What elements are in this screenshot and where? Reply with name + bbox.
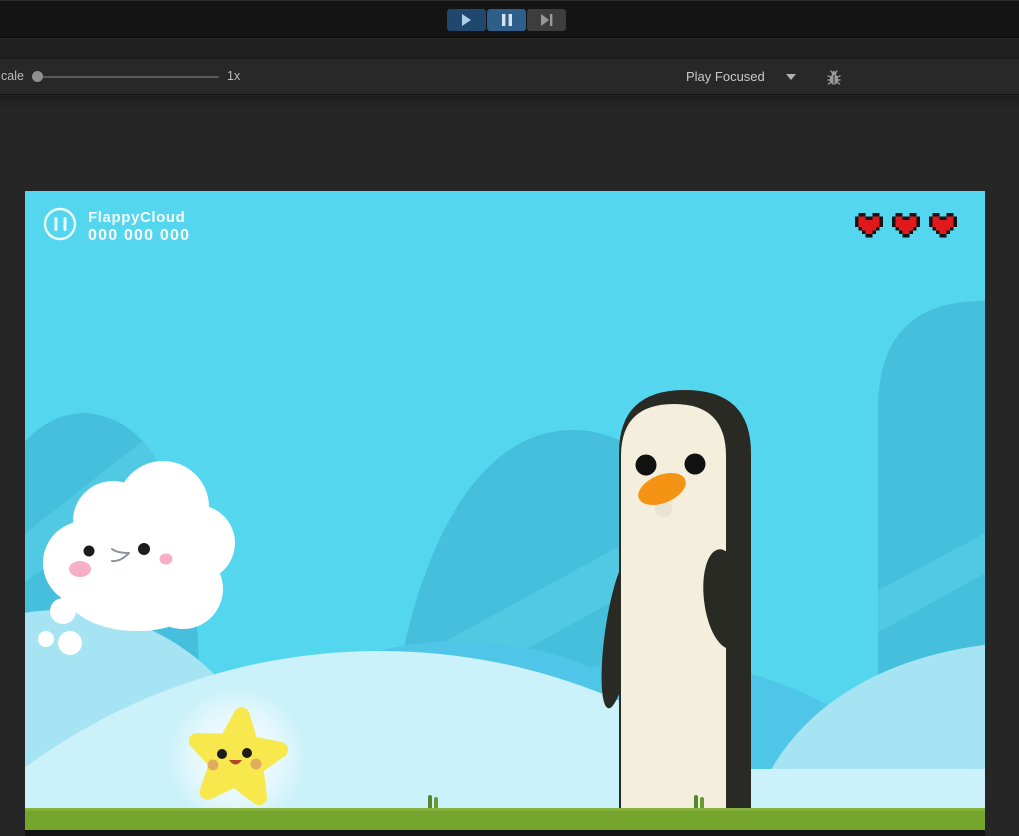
debug-button[interactable] — [821, 64, 847, 90]
game-view-bottom-shadow — [25, 830, 985, 836]
chevron-down-icon — [786, 74, 796, 80]
bug-icon — [825, 68, 843, 86]
scale-value: 1x — [227, 59, 240, 94]
hud-score: 000 000 000 — [88, 227, 190, 244]
step-icon — [541, 14, 553, 26]
play-icon — [461, 14, 472, 26]
scale-slider-knob[interactable] — [32, 71, 43, 82]
pause-button[interactable] — [487, 9, 526, 31]
panel-header-strip — [0, 39, 1019, 58]
play-focused-dropdown-label: Play Focused — [686, 69, 765, 84]
game-scene: FlappyCloud 000 000 000 — [25, 191, 985, 830]
play-mode-controls — [447, 9, 566, 31]
play-focused-dropdown[interactable]: Play Focused — [686, 59, 796, 94]
game-view-toolbar: cale 1x Play Focused — [0, 58, 1019, 95]
scale-label: cale — [1, 59, 24, 94]
hearts — [855, 213, 957, 238]
play-button[interactable] — [447, 9, 486, 31]
hud-game-title: FlappyCloud — [88, 209, 185, 226]
scale-slider[interactable] — [32, 59, 219, 94]
pause-icon — [502, 14, 512, 26]
scale-slider-track[interactable] — [38, 76, 219, 78]
editor-topbar — [0, 0, 1019, 38]
game-viewport[interactable]: FlappyCloud 000 000 000 — [25, 191, 985, 830]
step-button[interactable] — [527, 9, 566, 31]
unity-editor-window: cale 1x Play Focused — [0, 0, 1019, 836]
